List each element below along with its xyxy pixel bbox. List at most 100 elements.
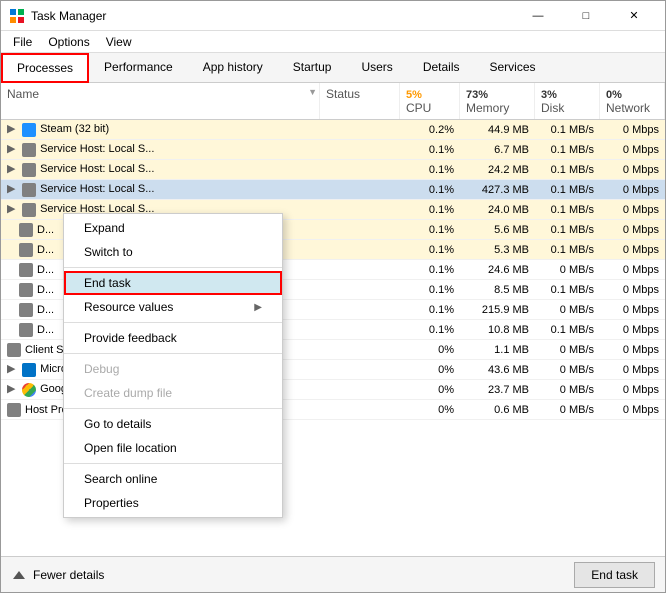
process-status xyxy=(320,148,400,152)
process-icon xyxy=(22,163,36,177)
process-icon xyxy=(19,223,33,237)
content-area: Name ▼ Status 5%CPU 73%Memory 3%Disk 0%N… xyxy=(1,83,665,556)
expand-arrow[interactable]: ▶ xyxy=(7,182,19,195)
process-disk: 0.1 MB/s xyxy=(535,182,600,198)
ctx-switch-to[interactable]: Switch to xyxy=(64,240,282,264)
fewer-details-button[interactable]: Fewer details xyxy=(11,567,104,583)
table-row[interactable]: ▶ Steam (32 bit) 0.2% 44.9 MB 0.1 MB/s 0… xyxy=(1,120,665,140)
col-disk[interactable]: 3%Disk xyxy=(535,83,600,119)
menu-options[interactable]: Options xyxy=(40,33,97,51)
col-memory[interactable]: 73%Memory xyxy=(460,83,535,119)
table-row[interactable]: ▶ Service Host: Local S... 0.1% 24.2 MB … xyxy=(1,160,665,180)
process-network: 0 Mbps xyxy=(600,122,665,138)
process-memory: 427.3 MB xyxy=(460,182,535,198)
expand-arrow[interactable]: ▶ xyxy=(7,362,19,375)
process-memory: 44.9 MB xyxy=(460,122,535,138)
tab-startup[interactable]: Startup xyxy=(278,53,347,83)
process-disk: 0.1 MB/s xyxy=(535,122,600,138)
ctx-properties[interactable]: Properties xyxy=(64,491,282,515)
ctx-open-file-location[interactable]: Open file location xyxy=(64,436,282,460)
table-header: Name ▼ Status 5%CPU 73%Memory 3%Disk 0%N… xyxy=(1,83,665,120)
ctx-provide-feedback[interactable]: Provide feedback xyxy=(64,326,282,350)
table-row[interactable]: ▶ Service Host: Local S... 0.1% 427.3 MB… xyxy=(1,180,665,200)
ctx-create-dump: Create dump file xyxy=(64,381,282,405)
task-manager-window: Task Manager — □ ✕ File Options View Pro… xyxy=(0,0,666,593)
process-icon xyxy=(7,403,21,417)
end-task-button[interactable]: End task xyxy=(574,562,655,588)
app-icon xyxy=(9,8,25,24)
process-status xyxy=(320,128,400,132)
submenu-arrow: ▶ xyxy=(254,302,262,313)
tab-performance[interactable]: Performance xyxy=(89,53,188,83)
process-status xyxy=(320,208,400,212)
ctx-resource-values[interactable]: Resource values ▶ xyxy=(64,295,282,319)
maximize-button[interactable]: □ xyxy=(563,1,609,31)
process-cpu: 0.1% xyxy=(400,182,460,198)
ctx-end-task[interactable]: End task xyxy=(64,271,282,295)
process-status xyxy=(320,168,400,172)
process-name: ▶ Service Host: Local S... xyxy=(1,160,320,178)
chevron-up-icon xyxy=(11,567,27,583)
ctx-search-online[interactable]: Search online xyxy=(64,467,282,491)
expand-arrow[interactable]: ▶ xyxy=(7,382,19,395)
process-cpu: 0.1% xyxy=(400,162,460,178)
ctx-separator xyxy=(64,322,282,323)
tab-services[interactable]: Services xyxy=(475,53,551,83)
expand-arrow[interactable]: ▶ xyxy=(7,162,19,175)
tab-details[interactable]: Details xyxy=(408,53,475,83)
ctx-debug: Debug xyxy=(64,357,282,381)
col-status[interactable]: Status xyxy=(320,83,400,119)
process-name: ▶ Service Host: Local S... xyxy=(1,180,320,198)
window-title: Task Manager xyxy=(31,9,515,23)
col-cpu[interactable]: 5%CPU xyxy=(400,83,460,119)
bottom-bar: Fewer details End task xyxy=(1,556,665,592)
menu-view[interactable]: View xyxy=(98,33,140,51)
process-network: 0 Mbps xyxy=(600,202,665,218)
tab-processes[interactable]: Processes xyxy=(1,53,89,83)
menu-file[interactable]: File xyxy=(5,33,40,51)
tab-bar: Processes Performance App history Startu… xyxy=(1,53,665,83)
col-name[interactable]: Name ▼ xyxy=(1,83,320,119)
process-name: ▶ Service Host: Local S... xyxy=(1,140,320,158)
expand-arrow[interactable]: ▶ xyxy=(7,142,19,155)
process-name: ▶ Steam (32 bit) xyxy=(1,120,320,138)
process-disk: 0.1 MB/s xyxy=(535,162,600,178)
process-icon xyxy=(22,143,36,157)
fewer-details-label: Fewer details xyxy=(33,568,104,582)
process-icon xyxy=(19,303,33,317)
process-icon xyxy=(19,243,33,257)
col-network[interactable]: 0%Network xyxy=(600,83,665,119)
process-network: 0 Mbps xyxy=(600,142,665,158)
ctx-expand[interactable]: Expand xyxy=(64,216,282,240)
context-menu: Expand Switch to End task Resource value… xyxy=(63,213,283,518)
tab-app-history[interactable]: App history xyxy=(188,53,278,83)
process-network: 0 Mbps xyxy=(600,182,665,198)
process-icon xyxy=(19,323,33,337)
expand-arrow[interactable]: ▶ xyxy=(7,202,19,215)
minimize-button[interactable]: — xyxy=(515,1,561,31)
process-cpu: 0.1% xyxy=(400,142,460,158)
process-icon xyxy=(19,263,33,277)
process-memory: 6.7 MB xyxy=(460,142,535,158)
ctx-separator xyxy=(64,267,282,268)
process-icon xyxy=(22,383,36,397)
menu-bar: File Options View xyxy=(1,31,665,53)
ctx-separator xyxy=(64,463,282,464)
process-icon xyxy=(22,183,36,197)
close-button[interactable]: ✕ xyxy=(611,1,657,31)
expand-arrow[interactable]: ▶ xyxy=(7,122,19,135)
process-icon xyxy=(22,123,36,137)
tab-users[interactable]: Users xyxy=(346,53,407,83)
process-memory: 24.0 MB xyxy=(460,202,535,218)
ctx-separator xyxy=(64,353,282,354)
process-cpu: 0.2% xyxy=(400,122,460,138)
process-icon xyxy=(19,283,33,297)
table-row[interactable]: ▶ Service Host: Local S... 0.1% 6.7 MB 0… xyxy=(1,140,665,160)
title-bar: Task Manager — □ ✕ xyxy=(1,1,665,31)
process-icon xyxy=(7,343,21,357)
ctx-go-to-details[interactable]: Go to details xyxy=(64,412,282,436)
process-memory: 24.2 MB xyxy=(460,162,535,178)
window-controls: — □ ✕ xyxy=(515,1,657,31)
process-network: 0 Mbps xyxy=(600,162,665,178)
process-disk: 0.1 MB/s xyxy=(535,142,600,158)
